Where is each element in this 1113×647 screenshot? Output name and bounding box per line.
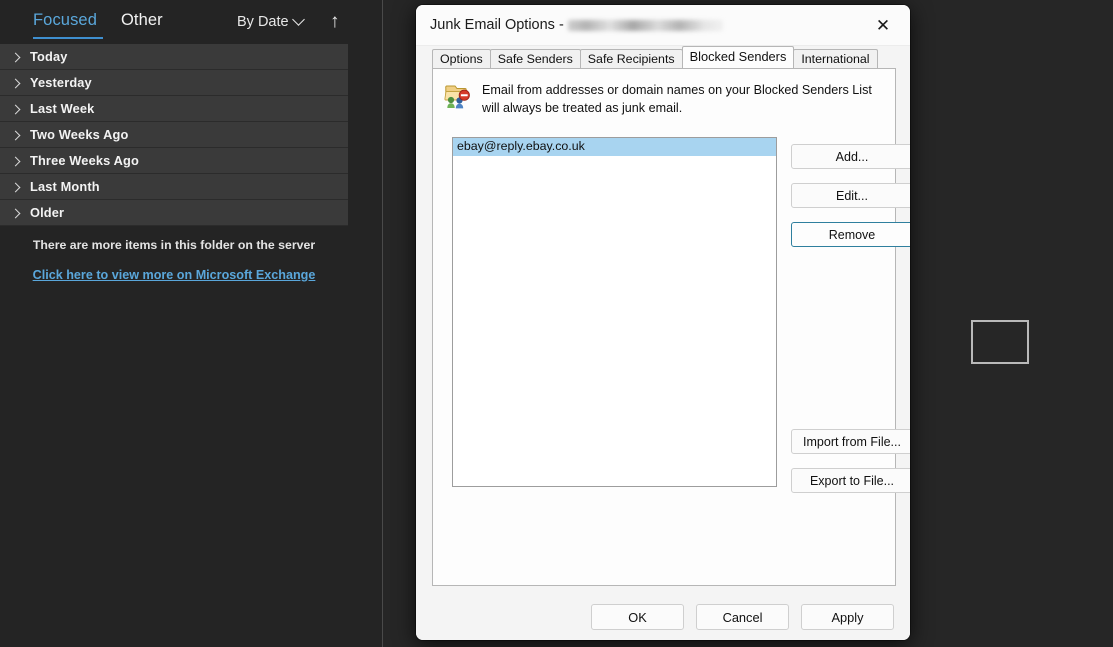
chevron-right-icon[interactable] (0, 76, 30, 89)
add-button[interactable]: Add... (791, 144, 910, 169)
list-item-group[interactable]: Three Weeks Ago (0, 148, 348, 174)
group-label: Today (30, 49, 68, 64)
dialog-title-account-redacted (568, 20, 723, 31)
list-item-group[interactable]: Two Weeks Ago (0, 122, 348, 148)
apply-button[interactable]: Apply (801, 604, 894, 630)
list-item-group[interactable]: Older (0, 200, 348, 226)
sort-direction-icon[interactable]: ↑ (330, 12, 340, 31)
group-label: Last Week (30, 101, 94, 116)
tab-focused[interactable]: Focused (33, 11, 97, 30)
app-window: Focused Other By Date ↑ Today Yesterday … (0, 0, 1113, 647)
group-label: Three Weeks Ago (30, 153, 139, 168)
tab-international[interactable]: International (793, 49, 877, 68)
dialog-tabstrip: Options Safe Senders Safe Recipients Blo… (416, 46, 910, 68)
tab-blocked-senders[interactable]: Blocked Senders (682, 46, 795, 68)
tab-options[interactable]: Options (432, 49, 491, 68)
edit-button[interactable]: Edit... (791, 183, 910, 208)
chevron-right-icon[interactable] (0, 50, 30, 63)
cancel-button[interactable]: Cancel (696, 604, 789, 630)
chevron-right-icon[interactable] (0, 128, 30, 141)
group-label: Two Weeks Ago (30, 127, 128, 142)
chevron-right-icon[interactable] (0, 154, 30, 167)
export-to-file-button[interactable]: Export to File... (791, 468, 910, 493)
view-more-on-exchange-link[interactable]: Click here to view more on Microsoft Exc… (0, 268, 348, 282)
group-label: Yesterday (30, 75, 92, 90)
list-item[interactable]: ebay@reply.ebay.co.uk (453, 138, 776, 156)
tab-other[interactable]: Other (121, 11, 163, 30)
server-items-note: There are more items in this folder on t… (0, 238, 348, 252)
chevron-right-icon[interactable] (0, 180, 30, 193)
remove-button[interactable]: Remove (791, 222, 910, 247)
dialog-title-text: Junk Email Options - (430, 17, 564, 33)
close-icon[interactable]: ✕ (862, 11, 904, 40)
envelope-icon (971, 320, 1029, 364)
mail-list-header: Focused Other By Date ↑ (0, 0, 382, 44)
chevron-down-icon (292, 13, 305, 26)
blocked-senders-listbox[interactable]: ebay@reply.ebay.co.uk (452, 137, 777, 487)
tab-safe-recipients[interactable]: Safe Recipients (580, 49, 683, 68)
dialog-footer: OK Cancel Apply (416, 594, 910, 640)
dialog-title: Junk Email Options - (430, 17, 723, 33)
panel-description-text: Email from addresses or domain names on … (482, 81, 883, 118)
sort-label: By Date (237, 14, 289, 30)
blocked-senders-folder-icon (442, 81, 470, 109)
chevron-right-icon[interactable] (0, 102, 30, 115)
mail-list-pane: Focused Other By Date ↑ Today Yesterday … (0, 0, 382, 647)
import-from-file-button[interactable]: Import from File... (791, 429, 910, 454)
tab-safe-senders[interactable]: Safe Senders (490, 49, 581, 68)
blocked-senders-panel: Email from addresses or domain names on … (432, 68, 896, 586)
sort-dropdown[interactable]: By Date (237, 14, 303, 30)
chevron-right-icon[interactable] (0, 206, 30, 219)
dialog-titlebar[interactable]: Junk Email Options - ✕ (416, 5, 910, 46)
list-item-group[interactable]: Yesterday (0, 70, 348, 96)
list-item-group[interactable]: Today (0, 44, 348, 70)
panel-description-row: Email from addresses or domain names on … (442, 81, 883, 118)
junk-email-options-dialog: Junk Email Options - ✕ Options Safe Send… (416, 5, 910, 640)
mail-group-list: Today Yesterday Last Week Two Weeks Ago … (0, 44, 348, 226)
group-label: Last Month (30, 179, 100, 194)
list-item-group[interactable]: Last Week (0, 96, 348, 122)
tab-focused-underline (33, 37, 103, 39)
ok-button[interactable]: OK (591, 604, 684, 630)
group-label: Older (30, 205, 64, 220)
list-item-group[interactable]: Last Month (0, 174, 348, 200)
